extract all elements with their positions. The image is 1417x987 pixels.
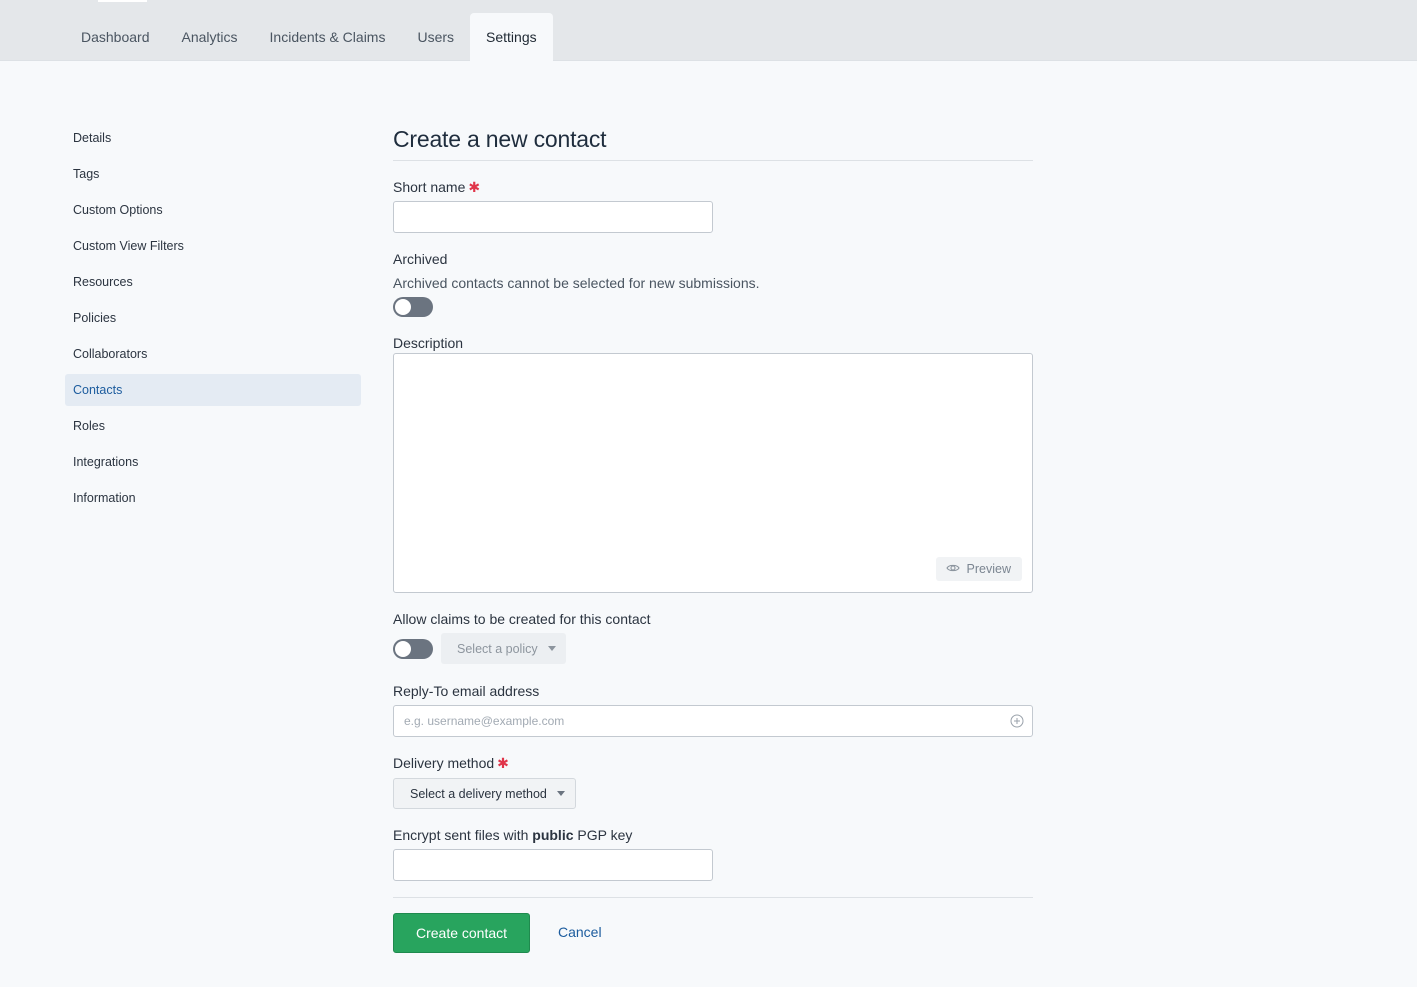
tab-settings[interactable]: Settings — [470, 13, 553, 61]
reply-to-email-input[interactable] — [393, 705, 1033, 737]
delivery-method-select[interactable]: Select a delivery method — [393, 778, 576, 809]
toggle-knob — [395, 641, 411, 657]
tab-dashboard[interactable]: Dashboard — [65, 13, 166, 61]
pgp-label-post: PGP key — [573, 827, 633, 843]
reply-to-label: Reply-To email address — [393, 683, 540, 699]
archived-label: Archived — [393, 251, 448, 267]
title-divider — [393, 160, 1033, 161]
tab-users[interactable]: Users — [401, 13, 470, 61]
sidebar-item-tags[interactable]: Tags — [65, 158, 361, 190]
pgp-key-label: Encrypt sent files with public PGP key — [393, 827, 632, 843]
sidebar-item-policies[interactable]: Policies — [65, 302, 361, 334]
pgp-key-input[interactable] — [393, 849, 713, 881]
sidebar-item-roles[interactable]: Roles — [65, 410, 361, 442]
tab-analytics[interactable]: Analytics — [166, 13, 254, 61]
required-marker: ✱ — [497, 755, 509, 771]
cancel-link[interactable]: Cancel — [558, 924, 602, 940]
archived-help-text: Archived contacts cannot be selected for… — [393, 275, 760, 291]
sidebar-item-resources[interactable]: Resources — [65, 266, 361, 298]
plus-circle-icon[interactable] — [1010, 714, 1024, 728]
delivery-method-label-text: Delivery method — [393, 755, 495, 771]
sidebar-item-custom-options[interactable]: Custom Options — [65, 194, 361, 226]
settings-sidebar: Details Tags Custom Options Custom View … — [65, 122, 361, 518]
tab-incidents-claims[interactable]: Incidents & Claims — [254, 13, 402, 61]
preview-label: Preview — [966, 562, 1011, 576]
main-tabs: Dashboard Analytics Incidents & Claims U… — [65, 13, 553, 61]
actions-divider — [393, 897, 1033, 898]
description-textarea[interactable]: Preview — [393, 353, 1033, 593]
delivery-method-label: Delivery method ✱ — [393, 755, 509, 772]
allow-claims-toggle[interactable] — [393, 639, 433, 659]
sidebar-item-details[interactable]: Details — [65, 122, 361, 154]
page-title: Create a new contact — [393, 126, 607, 152]
sidebar-item-collaborators[interactable]: Collaborators — [65, 338, 361, 370]
eye-icon — [945, 561, 960, 578]
sidebar-item-custom-view-filters[interactable]: Custom View Filters — [65, 230, 361, 262]
archived-toggle[interactable] — [393, 297, 433, 317]
required-marker: ✱ — [468, 179, 481, 195]
toggle-knob — [395, 299, 411, 315]
top-navigation-bar: Dashboard Analytics Incidents & Claims U… — [0, 0, 1417, 61]
policy-select[interactable]: Select a policy — [441, 633, 566, 664]
description-label: Description — [393, 335, 464, 351]
top-bar-accent — [98, 0, 147, 2]
policy-select-label: Select a policy — [457, 641, 538, 656]
pgp-label-pre: Encrypt sent files with — [393, 827, 533, 843]
delivery-method-select-label: Select a delivery method — [410, 786, 547, 801]
sidebar-item-contacts[interactable]: Contacts — [65, 374, 361, 406]
create-contact-button[interactable]: Create contact — [393, 913, 530, 953]
short-name-label-text: Short name — [393, 179, 466, 195]
short-name-label: Short name ✱ — [393, 179, 480, 196]
pgp-label-bold: public — [532, 827, 574, 843]
sidebar-item-information[interactable]: Information — [65, 482, 361, 514]
short-name-input[interactable] — [393, 201, 713, 233]
preview-button[interactable]: Preview — [935, 557, 1022, 581]
sidebar-item-integrations[interactable]: Integrations — [65, 446, 361, 478]
caret-down-icon — [547, 646, 556, 651]
caret-down-icon — [556, 791, 565, 796]
allow-claims-label: Allow claims to be created for this cont… — [393, 611, 651, 627]
